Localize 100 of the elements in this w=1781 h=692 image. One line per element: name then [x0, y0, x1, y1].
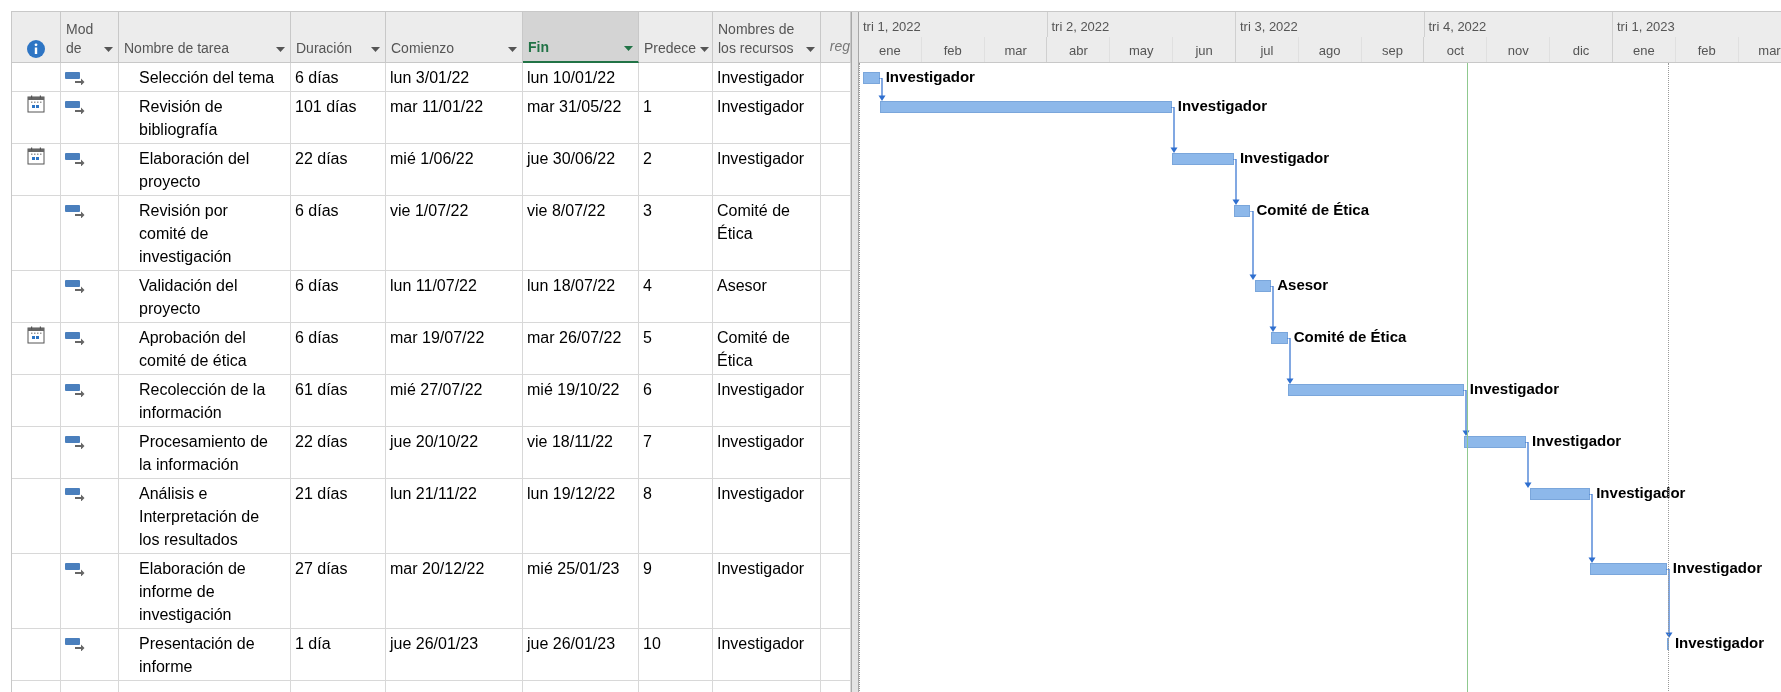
resource-names-cell: Investigador [713, 629, 821, 681]
column-header[interactable] [12, 12, 61, 63]
auto-scheduled-task-icon [65, 383, 85, 397]
duration-cell: 6 días [291, 196, 386, 271]
finish-date-cell: jue 26/01/23 [523, 629, 639, 681]
month-label: ene [879, 42, 901, 60]
start-date-cell: mié 1/06/22 [386, 144, 523, 196]
duration-cell: 21 días [291, 479, 386, 554]
auto-scheduled-task-icon [65, 204, 85, 218]
dependency-line [1589, 494, 1595, 554]
task-bar[interactable] [1666, 638, 1669, 650]
duration-cell: 27 días [291, 554, 386, 629]
predecessors-cell: 3 [639, 196, 713, 271]
column-header[interactable]: Nombres de los recursos [713, 12, 821, 63]
task-name-cell: Elaboración de informe de investigación [119, 554, 291, 629]
dependency-arrow [877, 92, 886, 101]
empty-cell [821, 427, 851, 479]
dependency-arrow [1524, 479, 1532, 488]
dependency-arrow [1588, 554, 1597, 563]
task-bar[interactable] [1590, 563, 1667, 575]
info-icon [27, 40, 45, 58]
dropdown-caret-icon [508, 47, 517, 52]
month-label: nov [1507, 42, 1529, 60]
month-label: ago [1318, 42, 1341, 60]
column-header[interactable]: Fin [523, 12, 639, 63]
dropdown-caret-icon [624, 46, 633, 51]
task-bar[interactable] [879, 101, 1172, 113]
task-bar[interactable] [1287, 384, 1464, 396]
dependency-arrow [1285, 375, 1294, 384]
empty-cell [821, 144, 851, 196]
predecessors-cell: 10 [639, 629, 713, 681]
task-bar[interactable] [1233, 205, 1251, 217]
column-header[interactable]: Nombre de tarea [119, 12, 291, 63]
task-name-cell: Presentación de informe [119, 629, 291, 681]
task-bar[interactable] [1530, 488, 1591, 500]
finish-date-cell: mié 19/10/22 [523, 375, 639, 427]
finish-date-cell: jue 30/06/22 [523, 144, 639, 196]
bar-label: Investigador [1674, 633, 1765, 653]
task-name-cell: Procesamiento de la información [119, 427, 291, 479]
month-label: dic [1572, 42, 1590, 60]
bar-label: Investigador [885, 67, 975, 87]
auto-scheduled-task-icon [65, 152, 85, 166]
quarter-label: tri 3, 2022 [1240, 19, 1298, 34]
pane-splitter[interactable] [851, 12, 859, 692]
bar-label: Investigador [1672, 558, 1763, 578]
duration-cell: 101 días [291, 92, 386, 144]
column-header[interactable]: Mod de [61, 12, 119, 63]
task-name-cell: Elaboración del proyecto [119, 144, 291, 196]
predecessors-cell: 2 [639, 144, 713, 196]
column-header[interactable]: Predece [639, 12, 713, 63]
start-date-cell: jue 26/01/23 [386, 629, 523, 681]
duration-cell: 6 días [291, 63, 386, 92]
quarter-label: tri 2, 2022 [1051, 19, 1110, 34]
resource-names-cell: Investigador [713, 63, 821, 92]
empty-cell [821, 375, 851, 427]
auto-scheduled-task-icon [65, 562, 85, 576]
auto-scheduled-task-icon [65, 100, 85, 114]
empty-cell [821, 92, 851, 144]
auto-scheduled-task-icon [65, 71, 85, 85]
task-bar[interactable] [863, 72, 880, 84]
column-header[interactable]: Comienzo [386, 12, 523, 63]
bar-label: Comité de Ética [1293, 327, 1407, 347]
auto-scheduled-task-icon [65, 435, 85, 449]
dependency-line [1525, 442, 1530, 479]
task-name-cell: Aprobación del comité de ética [119, 323, 291, 375]
auto-scheduled-task-icon [65, 487, 85, 501]
dropdown-caret-icon [700, 47, 710, 52]
dependency-line [1286, 338, 1292, 375]
month-label: oct [1446, 42, 1465, 60]
finish-date-cell: vie 18/11/22 [523, 427, 639, 479]
auto-scheduled-task-icon [65, 637, 85, 651]
finish-date-cell: lun 10/01/22 [523, 63, 639, 92]
predecessors-cell: 4 [639, 271, 713, 323]
bar-label: Investigador [1469, 379, 1560, 399]
dropdown-caret-icon [276, 47, 285, 52]
dependency-arrow [1169, 144, 1178, 153]
predecessors-cell: 5 [639, 323, 713, 375]
task-name-cell: Análisis e Interpretación de los resultados [119, 479, 291, 554]
resource-names-cell: Investigador [713, 427, 821, 479]
task-bar[interactable] [1171, 153, 1234, 165]
predecessors-cell: 7 [639, 427, 713, 479]
column-header[interactable]: reg [821, 12, 851, 63]
bar-label: Comité de Ética [1256, 200, 1370, 220]
calendar-icon [27, 326, 45, 344]
column-header[interactable]: Duración [291, 12, 386, 63]
bar-label: Asesor [1277, 275, 1329, 295]
dependency-line [878, 78, 884, 92]
auto-scheduled-task-icon [65, 279, 85, 293]
month-label: mar [1004, 42, 1027, 60]
start-date-cell: mar 11/01/22 [386, 92, 523, 144]
duration-cell: 6 días [291, 323, 386, 375]
finish-date-cell: vie 8/07/22 [523, 196, 639, 271]
task-bar[interactable] [1463, 436, 1526, 448]
task-bar[interactable] [1254, 280, 1272, 292]
month-label: feb [943, 42, 962, 60]
month-label: sep [1382, 42, 1403, 60]
dropdown-caret-icon [371, 47, 380, 52]
task-bar[interactable] [1271, 332, 1288, 344]
start-date-cell: vie 1/07/22 [386, 196, 523, 271]
resource-names-cell: Investigador [713, 554, 821, 629]
